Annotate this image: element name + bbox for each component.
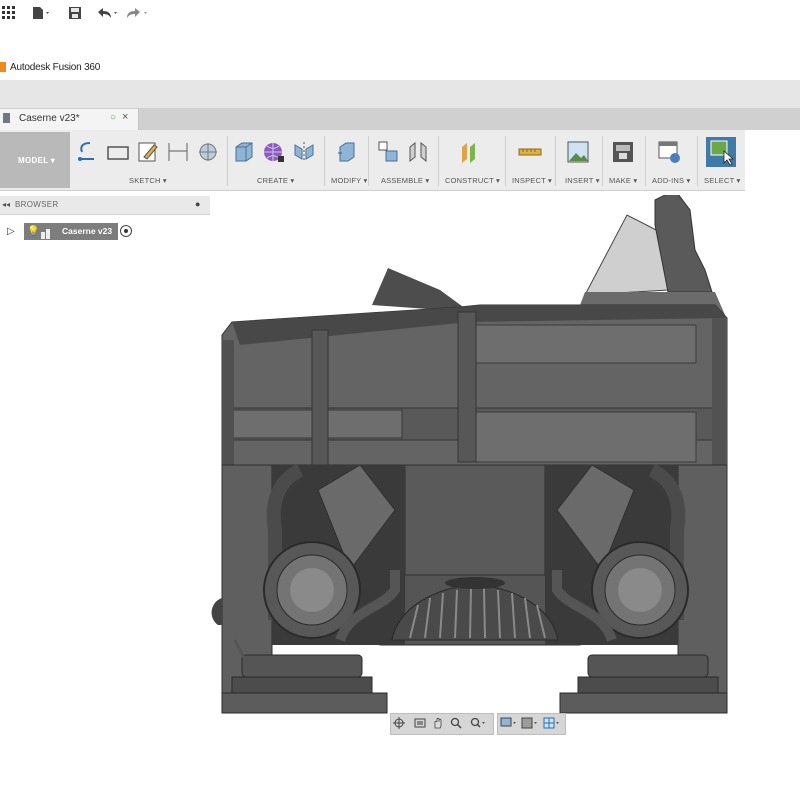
display-settings-icon[interactable]	[500, 716, 518, 728]
3d-viewport[interactable]	[200, 189, 760, 720]
save-icon[interactable]	[68, 6, 82, 22]
redo-icon[interactable]	[126, 6, 152, 22]
ribbon-divider	[438, 136, 439, 186]
app-title: Autodesk Fusion 360	[10, 62, 101, 73]
select-group-label[interactable]: SELECT ▾	[704, 176, 741, 185]
joint-icon[interactable]	[406, 139, 430, 165]
pan-hand-icon[interactable]	[432, 716, 444, 729]
3d-print-icon[interactable]	[611, 139, 635, 165]
measure-icon[interactable]	[518, 139, 542, 165]
file-menu-icon[interactable]	[32, 6, 52, 22]
undo-icon[interactable]	[96, 6, 122, 22]
quick-access-toolbar	[0, 80, 800, 109]
sketch-group-label[interactable]: SKETCH ▾	[129, 176, 167, 185]
tab-close-icon[interactable]: ×	[122, 111, 128, 123]
ribbon-divider	[505, 136, 506, 186]
document-tab-label: Caserne v23*	[19, 113, 80, 124]
form-sphere-icon[interactable]	[262, 139, 286, 165]
orbit-icon[interactable]	[393, 716, 405, 729]
new-component-icon[interactable]	[376, 139, 400, 165]
zoom-icon[interactable]	[450, 716, 462, 729]
title-bar	[0, 56, 800, 80]
workspace-label: MODEL ▾	[18, 156, 56, 165]
root-component-label: Caserne v23	[62, 226, 113, 236]
addins-group-label[interactable]: ADD-INS ▾	[652, 176, 690, 185]
inspect-group-label[interactable]: INSPECT ▾	[512, 176, 552, 185]
visibility-bulb-icon[interactable]: 💡	[27, 226, 39, 237]
viewports-icon[interactable]	[543, 716, 561, 729]
fusion-logo-icon	[0, 62, 6, 72]
sync-status-icon: ○	[110, 112, 117, 123]
grid-snap-icon[interactable]	[521, 716, 539, 729]
assemble-group-label[interactable]: ASSEMBLE ▾	[381, 176, 429, 185]
ribbon-divider	[645, 136, 646, 186]
ribbon-divider	[555, 136, 556, 186]
create-group-label[interactable]: CREATE ▾	[257, 176, 294, 185]
dimension-icon[interactable]	[166, 139, 190, 165]
scripts-addins-icon[interactable]	[657, 139, 681, 165]
data-panel-grid-icon[interactable]	[2, 6, 16, 22]
browser-title: BROWSER	[15, 200, 59, 209]
ribbon-divider	[602, 136, 603, 186]
model-render	[211, 189, 728, 714]
ribbon-divider	[697, 136, 698, 186]
look-at-icon[interactable]	[414, 716, 426, 728]
make-group-label[interactable]: MAKE ▾	[609, 176, 637, 185]
mirror-icon[interactable]	[292, 139, 316, 165]
construct-group-label[interactable]: CONSTRUCT ▾	[445, 176, 500, 185]
tree-expand-icon[interactable]: ▷	[7, 226, 15, 237]
component-icon	[41, 226, 50, 239]
sketch-pencil-icon[interactable]	[136, 139, 160, 165]
modify-group-label[interactable]: MODIFY ▾	[331, 176, 367, 185]
insert-image-icon[interactable]	[566, 139, 590, 165]
ribbon-divider	[227, 136, 228, 186]
rectangle-icon[interactable]	[106, 139, 130, 165]
extrude-box-icon[interactable]	[232, 139, 256, 165]
constraint-icon[interactable]	[196, 139, 220, 165]
press-pull-icon[interactable]	[334, 139, 358, 165]
offset-plane-icon[interactable]	[458, 139, 482, 165]
document-icon	[3, 113, 10, 123]
create-sketch-icon[interactable]	[76, 139, 100, 165]
radio-dot	[124, 229, 128, 233]
ribbon-divider	[368, 136, 369, 186]
select-tool-icon[interactable]	[706, 137, 736, 167]
ribbon-divider	[324, 136, 325, 186]
insert-group-label[interactable]: INSERT ▾	[565, 176, 600, 185]
collapse-icon[interactable]: ◂◂	[2, 200, 10, 209]
zoom-window-icon[interactable]	[470, 716, 485, 728]
